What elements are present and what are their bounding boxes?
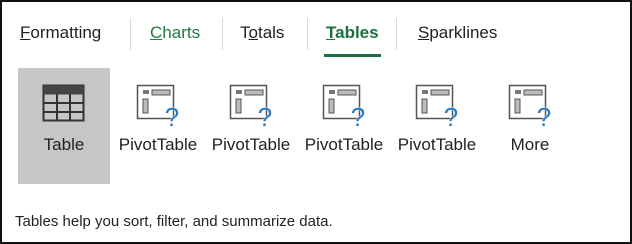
pivot-table-help-icon: ? bbox=[136, 84, 180, 130]
svg-text:?: ? bbox=[444, 102, 458, 130]
table-option[interactable]: Table bbox=[18, 68, 110, 184]
more-option[interactable]: ? More bbox=[484, 68, 576, 184]
pivot-table-label: PivotTable bbox=[397, 135, 477, 154]
svg-text:?: ? bbox=[351, 102, 365, 130]
tab-sparklines[interactable]: Sparklines bbox=[418, 10, 497, 56]
pivot-table-help-icon: ? bbox=[229, 84, 273, 130]
svg-text:?: ? bbox=[258, 102, 272, 130]
pivot-table-label: PivotTable bbox=[211, 135, 291, 154]
tab-separator bbox=[222, 18, 223, 50]
pivot-table-label: PivotTable bbox=[118, 135, 198, 154]
tab-separator bbox=[307, 18, 308, 50]
pivot-table-help-icon: ? bbox=[508, 84, 552, 130]
tab-formatting[interactable]: Formatting bbox=[20, 10, 101, 56]
pivot-table-label: PivotTable bbox=[304, 135, 384, 154]
tab-separator bbox=[396, 18, 397, 50]
quick-analysis-panel: Formatting Charts Totals Tables Sparklin… bbox=[0, 0, 632, 244]
tab-separator bbox=[130, 18, 131, 50]
tab-charts[interactable]: Charts bbox=[150, 10, 200, 56]
table-option-label: Table bbox=[43, 135, 85, 154]
svg-text:?: ? bbox=[165, 102, 179, 130]
pivot-table-option-1[interactable]: ? PivotTable bbox=[112, 68, 204, 184]
tab-tables[interactable]: Tables bbox=[324, 10, 381, 57]
pivot-table-option-3[interactable]: ? PivotTable bbox=[298, 68, 390, 184]
pivot-table-option-4[interactable]: ? PivotTable bbox=[391, 68, 483, 184]
tables-options: Table ? PivotTable ? PivotTable ? PivotT… bbox=[2, 68, 630, 188]
description-text: Tables help you sort, filter, and summar… bbox=[15, 213, 333, 230]
table-grid-icon bbox=[42, 84, 85, 122]
svg-text:?: ? bbox=[537, 102, 551, 130]
pivot-table-option-2[interactable]: ? PivotTable bbox=[205, 68, 297, 184]
pivot-table-help-icon: ? bbox=[322, 84, 366, 130]
pivot-table-help-icon: ? bbox=[415, 84, 459, 130]
more-option-label: More bbox=[510, 135, 550, 154]
tab-bar: Formatting Charts Totals Tables Sparklin… bbox=[2, 10, 630, 57]
tab-totals[interactable]: Totals bbox=[240, 10, 284, 56]
